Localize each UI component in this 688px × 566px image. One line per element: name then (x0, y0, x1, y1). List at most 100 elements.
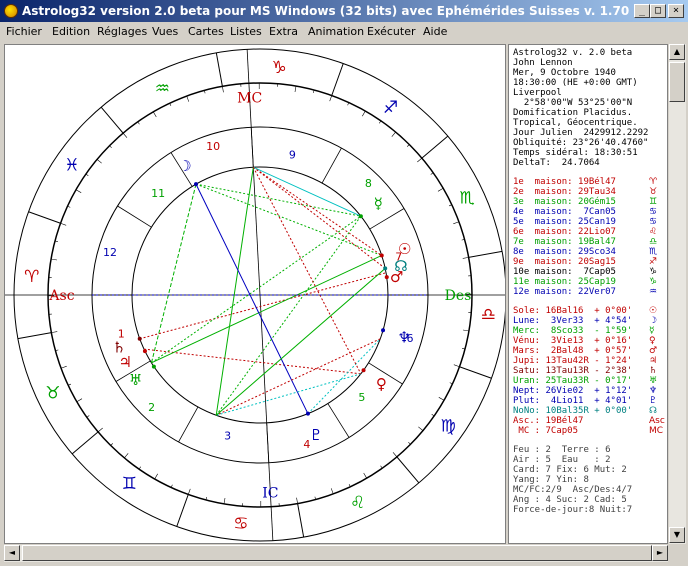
menu-executer[interactable]: Exécuter (367, 25, 416, 38)
degree-tick (330, 488, 334, 495)
house-cusp-row-text: 10e maison: 7Cap05 (513, 267, 616, 277)
menu-fichier[interactable]: Fichier (6, 25, 42, 38)
house-number-label: 11 (151, 187, 165, 200)
zodiac-sign-icon: ♓ (64, 155, 79, 175)
house-cusp-row-text: 5e maison: 25Can19 (513, 217, 616, 227)
house-cusp-row: 10e maison: 7Cap05 (513, 267, 616, 277)
menu-vues[interactable]: Vues (152, 25, 178, 38)
planet-position-dot (137, 336, 142, 341)
element-stats-row-text: Feu : 2 Terre : 6 (513, 445, 611, 455)
degree-tick (294, 86, 297, 93)
info-line-text: Jour Julien 2429912.2292 (513, 128, 649, 138)
zodiac-sign-icon: ♏ (460, 188, 475, 208)
close-button[interactable]: × (668, 4, 684, 18)
degree-tick (122, 132, 128, 138)
planet-position-row-text: Merc: 8Sco33 - 1°59' (513, 326, 633, 336)
house-cusp-line (117, 205, 152, 228)
planet-position-row-glyph-icon: ♂ (649, 346, 658, 356)
house-cusp-row: 8e maison: 29Sco34 (513, 247, 616, 257)
chart-wheel: ♈♉♊♋♌♍♎♏♐♑♒♓123456789101112Asc DesMCIC☽☿☉… (5, 48, 505, 542)
planet-position-row-text: Mars: 2Bal48 + 0°57' (513, 346, 633, 356)
planet-position-row-glyph-icon: MC (649, 426, 664, 436)
info-line: Domification Placidus. (513, 108, 632, 118)
planet-position-dot (305, 411, 310, 416)
degree-tick (223, 497, 226, 504)
degree-tick (76, 398, 83, 402)
menu-edition[interactable]: Edition (52, 25, 90, 38)
sign-boundary-line (71, 431, 99, 455)
degree-tick (97, 427, 103, 433)
degree-tick (154, 473, 158, 480)
degree-tick (138, 466, 142, 470)
planet-position-dot (151, 364, 156, 369)
house-cusp-row: 1e maison: 19Bél47 (513, 177, 616, 187)
sign-boundary-line (215, 52, 223, 87)
window-title: Astrolog32 version 2.0 beta pour MS Wind… (22, 4, 630, 18)
info-line-text: Temps sidéral: 18:30:51 (513, 148, 638, 158)
degree-tick (296, 497, 298, 504)
angle-label: IC (262, 486, 278, 502)
degree-tick (462, 329, 469, 332)
planet-position-row-text: Asc.: 19Bél47 (513, 416, 584, 426)
chart-wheel-panel[interactable]: ♈ ♉ ♊ ♋ ♌ ♍ ♎ ♏ ♐ ♑ ♒ ♓ 1 2 3 4 5 6 7 8 9 10 11 12 Asc Des MC IC ☽ ☿ ☉… (4, 44, 506, 544)
info-line-text: Mer, 9 Octobre 1940 (513, 68, 616, 78)
planet-position-row: Merc: 8Sco33 - 1°59' (513, 326, 632, 336)
degree-tick (124, 453, 129, 459)
planet-glyph-icon: ☽ (178, 157, 191, 175)
house-cusp-row-text: 7e maison: 19Bal47 (513, 237, 616, 247)
aspect-line (150, 184, 197, 363)
info-line-text: DeltaT: 24.7064 (513, 158, 600, 168)
degree-tick (438, 397, 445, 401)
degree-tick (75, 189, 82, 193)
horizontal-scroll-thumb[interactable] (22, 545, 652, 561)
size-grip[interactable] (669, 545, 686, 562)
planet-position-row: Jupi: 13Tau42R - 1°24' (513, 356, 632, 366)
horizontal-scrollbar[interactable]: ◄ ► (4, 545, 668, 562)
planet-position-row: NoNo: 10Bal35R + 0°00' (513, 406, 632, 416)
planet-position-dot (361, 368, 366, 373)
menu-animation[interactable]: Animation (308, 25, 364, 38)
planet-position-row: Plut: 4Lio11 + 4°01' (513, 396, 632, 406)
house-cusp-row: 9e maison: 20Sag15 (513, 257, 616, 267)
degree-tick (85, 173, 89, 177)
sign-boundary-line (176, 494, 189, 527)
planet-glyph-icon: ♀ (376, 375, 387, 393)
scroll-up-button[interactable]: ▲ (669, 44, 685, 60)
vertical-scrollbar[interactable]: ▲ ▼ (669, 44, 686, 544)
menu-reglages[interactable]: Réglages (97, 25, 147, 38)
maximize-button[interactable]: □ (650, 4, 666, 18)
menu-listes[interactable]: Listes (230, 25, 262, 38)
aspect-line (195, 183, 309, 414)
scroll-down-button[interactable]: ▼ (669, 527, 685, 543)
planet-position-row-glyph-icon: ☉ (649, 306, 658, 316)
scroll-right-button[interactable]: ► (652, 545, 668, 561)
aspect-line (195, 183, 361, 217)
house-cusp-row-glyph-icon: ♊ (649, 197, 658, 207)
element-stats-row: MC/FC:2/9 Asc/Des:4/7 (513, 485, 632, 495)
title-bar[interactable]: Astrolog32 version 2.0 beta pour MS Wind… (0, 0, 688, 22)
planet-position-row-glyph-icon: ☽ (649, 316, 658, 326)
minimize-button[interactable]: _ (634, 4, 650, 18)
zodiac-sign-icon: ♉ (45, 384, 60, 404)
house-cusp-row-text: 1e maison: 19Bél47 (513, 177, 616, 187)
zodiac-sign-icon: ♈ (24, 267, 39, 287)
menu-cartes[interactable]: Cartes (188, 25, 224, 38)
element-stats-row: Air : 5 Eau : 2 (513, 455, 611, 465)
degree-tick (86, 415, 90, 418)
degree-tick (392, 452, 398, 458)
house-cusp-row-glyph-icon: ♎ (649, 237, 658, 247)
vertical-scroll-thumb[interactable] (669, 62, 685, 102)
info-line-text: John Lennon (513, 58, 573, 68)
house-cusp-row: 6e maison: 22Lio07 (513, 227, 616, 237)
info-line-text: Liverpool (513, 88, 562, 98)
angle-label: Asc (48, 288, 74, 304)
scroll-left-button[interactable]: ◄ (4, 545, 20, 561)
menu-extra[interactable]: Extra (269, 25, 298, 38)
planet-position-row-text: Nept: 26Vie02 + 1°12' (513, 386, 633, 396)
menu-aide[interactable]: Aide (423, 25, 447, 38)
degree-tick (453, 221, 460, 225)
degree-tick (437, 188, 444, 192)
house-cusp-row: 4e maison: 7Can05 (513, 207, 616, 217)
app-icon[interactable] (4, 4, 18, 18)
house-cusp-row: 2e maison: 29Tau34 (513, 187, 616, 197)
